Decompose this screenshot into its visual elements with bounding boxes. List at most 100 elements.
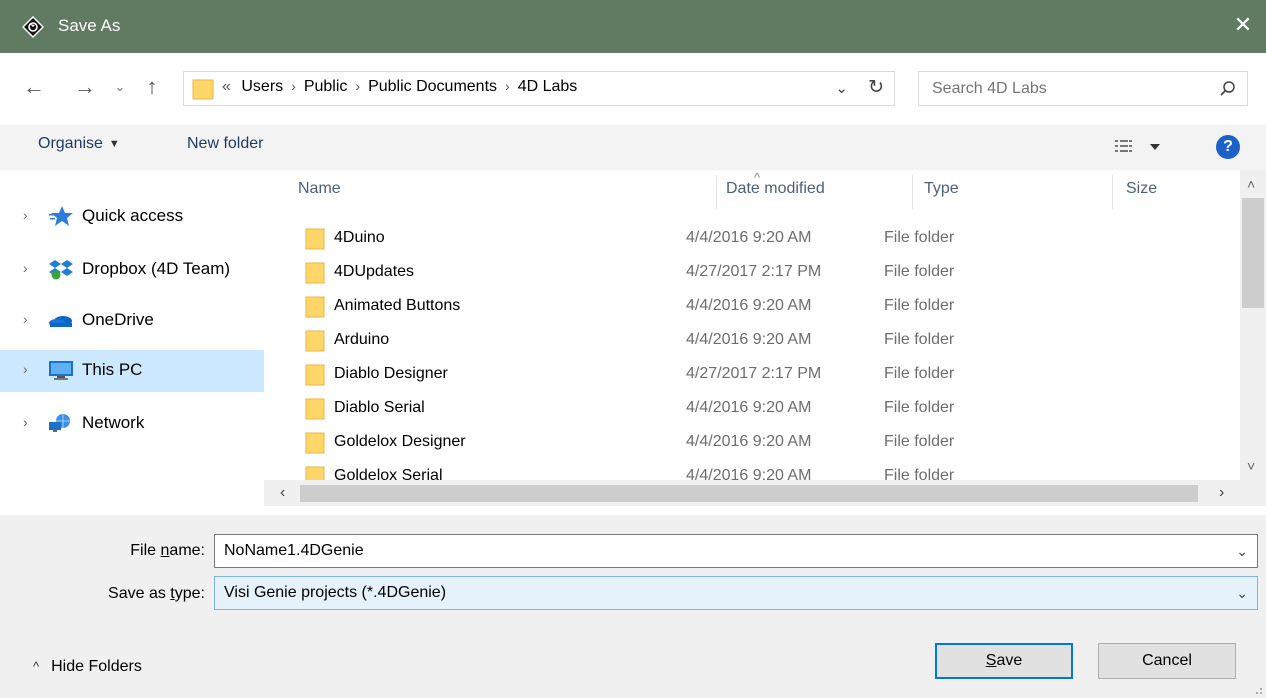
vertical-scrollbar[interactable]: ˄ ˅ bbox=[1240, 170, 1266, 480]
breadcrumb-4d-labs[interactable]: 4D Labs bbox=[518, 78, 578, 95]
hide-folders-button[interactable]: ^ Hide Folders bbox=[33, 658, 142, 676]
file-name: Goldelox Designer bbox=[334, 433, 466, 450]
up-arrow-icon[interactable]: ↑ bbox=[140, 76, 164, 100]
window-title: Save As bbox=[58, 16, 121, 35]
file-name-field[interactable]: NoName1.4DGenie ⌄ bbox=[214, 534, 1258, 568]
view-options-icon[interactable] bbox=[1115, 138, 1175, 158]
nav-label: Network bbox=[82, 413, 145, 432]
navigation-pane: › Quick access › Dropbox (4D Team) › One… bbox=[0, 170, 264, 515]
nav-item-onedrive[interactable]: › OneDrive bbox=[0, 300, 264, 342]
nav-label: OneDrive bbox=[82, 310, 154, 329]
file-list: ^ Name Date modified Type Size 4Duino 4/… bbox=[264, 170, 1266, 515]
file-date: 4/4/2016 9:20 AM bbox=[686, 331, 812, 348]
expand-chevron-icon[interactable]: › bbox=[23, 361, 28, 377]
breadcrumb-separator-icon[interactable]: › bbox=[291, 78, 296, 94]
help-icon[interactable]: ? bbox=[1216, 135, 1240, 159]
expand-chevron-icon[interactable]: › bbox=[23, 207, 28, 223]
overflow-chevron-icon[interactable]: « bbox=[222, 78, 231, 95]
save-type-label: Save as type: bbox=[108, 585, 205, 603]
save-form-panel: File name: NoName1.4DGenie ⌄ Save as typ… bbox=[0, 515, 1266, 698]
column-divider[interactable] bbox=[716, 175, 717, 209]
close-button[interactable]: ✕ bbox=[1228, 10, 1258, 40]
app-diamond-icon bbox=[22, 16, 44, 38]
address-bar[interactable]: « Users › Public › Public Documents › 4D Labs … bbox=[183, 71, 895, 106]
file-type: File folder bbox=[884, 229, 955, 246]
chevron-down-icon[interactable]: ⌄ bbox=[1236, 543, 1248, 560]
resize-grip-icon[interactable] bbox=[1251, 683, 1263, 695]
label-text: Save as bbox=[108, 585, 171, 602]
title-bar: Save As ✕ bbox=[0, 0, 1266, 53]
search-box[interactable] bbox=[918, 71, 1248, 106]
command-bar: Organise ▼ New folder ? bbox=[0, 125, 1266, 170]
nav-item-quick-access[interactable]: › Quick access bbox=[0, 196, 264, 238]
horizontal-scrollbar[interactable]: ‹ › bbox=[264, 480, 1240, 506]
nav-item-network[interactable]: › Network bbox=[0, 403, 264, 445]
forward-arrow-icon[interactable]: → bbox=[73, 76, 97, 100]
address-dropdown-icon[interactable]: ⌄ bbox=[835, 79, 848, 97]
breadcrumb-separator-icon[interactable]: › bbox=[355, 78, 360, 94]
file-row[interactable]: 4Duino 4/4/2016 9:20 AM File folder bbox=[298, 222, 1238, 256]
scroll-up-icon[interactable]: ˄ bbox=[1247, 176, 1255, 192]
file-date: 4/4/2016 9:20 AM bbox=[686, 433, 812, 450]
breadcrumb-public-documents[interactable]: Public Documents bbox=[368, 78, 497, 95]
file-row[interactable]: 4DUpdates 4/27/2017 2:17 PM File folder bbox=[298, 256, 1238, 290]
file-name: Animated Buttons bbox=[334, 297, 461, 314]
nav-label: This PC bbox=[82, 360, 143, 379]
scroll-thumb[interactable] bbox=[300, 485, 1198, 502]
folder-icon bbox=[305, 330, 325, 352]
breadcrumb: « Users › Public › Public Documents › 4D Labs bbox=[222, 78, 577, 96]
file-type: File folder bbox=[884, 399, 955, 416]
chevron-up-icon: ^ bbox=[33, 659, 40, 674]
file-type: File folder bbox=[884, 297, 955, 314]
file-name-value[interactable]: NoName1.4DGenie bbox=[224, 542, 364, 560]
new-folder-button[interactable]: New folder bbox=[187, 135, 263, 153]
label-text: File bbox=[130, 542, 161, 559]
cancel-button[interactable]: Cancel bbox=[1098, 643, 1236, 679]
file-row[interactable]: Diablo Serial 4/4/2016 9:20 AM File fold… bbox=[298, 392, 1238, 426]
breadcrumb-separator-icon[interactable]: › bbox=[505, 78, 510, 94]
save-type-select[interactable]: Visi Genie projects (*.4DGenie) ⌄ bbox=[214, 576, 1258, 610]
chevron-down-icon[interactable]: ⌄ bbox=[1236, 585, 1248, 602]
address-row: ← → ⌄ ↑ « Users › Public › Public Documents ›… bbox=[0, 53, 1266, 125]
organise-label: Organise bbox=[38, 135, 103, 152]
folder-icon bbox=[305, 364, 325, 386]
column-divider[interactable] bbox=[912, 175, 913, 209]
column-divider[interactable] bbox=[1112, 175, 1113, 209]
refresh-icon[interactable]: ↻ bbox=[868, 76, 884, 99]
column-header-date[interactable]: Date modified bbox=[726, 180, 825, 198]
back-arrow-icon[interactable]: ← bbox=[22, 76, 46, 100]
file-row[interactable]: Animated Buttons 4/4/2016 9:20 AM File f… bbox=[298, 290, 1238, 324]
dropbox-icon bbox=[49, 260, 73, 280]
scroll-left-icon[interactable]: ‹ bbox=[280, 484, 285, 502]
organise-button[interactable]: Organise ▼ bbox=[38, 135, 120, 153]
expand-chevron-icon[interactable]: › bbox=[23, 311, 28, 327]
file-row[interactable]: Diablo Designer 4/27/2017 2:17 PM File f… bbox=[298, 358, 1238, 392]
save-button[interactable]: Save bbox=[935, 643, 1073, 679]
nav-item-this-pc[interactable]: › This PC bbox=[0, 350, 264, 392]
file-row[interactable]: Goldelox Designer 4/4/2016 9:20 AM File … bbox=[298, 426, 1238, 460]
folder-icon bbox=[305, 296, 325, 318]
column-header-type[interactable]: Type bbox=[924, 180, 959, 198]
column-header-size[interactable]: Size bbox=[1126, 180, 1157, 198]
folder-icon bbox=[305, 262, 325, 284]
file-name: 4Duino bbox=[334, 229, 385, 246]
file-date: 4/4/2016 9:20 AM bbox=[686, 467, 812, 480]
breadcrumb-public[interactable]: Public bbox=[304, 78, 348, 95]
nav-item-dropbox[interactable]: › Dropbox (4D Team) bbox=[0, 249, 264, 291]
scroll-down-icon[interactable]: ˅ bbox=[1247, 458, 1255, 474]
recent-locations-chevron-icon[interactable]: ⌄ bbox=[108, 76, 132, 100]
search-icon[interactable] bbox=[1219, 80, 1237, 98]
search-input[interactable] bbox=[919, 72, 1209, 105]
scroll-thumb[interactable] bbox=[1242, 198, 1264, 308]
file-row[interactable]: Arduino 4/4/2016 9:20 AM File folder bbox=[298, 324, 1238, 358]
expand-chevron-icon[interactable]: › bbox=[23, 414, 28, 430]
file-date: 4/4/2016 9:20 AM bbox=[686, 399, 812, 416]
file-name: Diablo Serial bbox=[334, 399, 425, 416]
expand-chevron-icon[interactable]: › bbox=[23, 260, 28, 276]
breadcrumb-users[interactable]: Users bbox=[241, 78, 283, 95]
column-header-name[interactable]: Name bbox=[298, 180, 341, 198]
file-type: File folder bbox=[884, 365, 955, 382]
file-row[interactable]: Goldelox Serial 4/4/2016 9:20 AM File fo… bbox=[298, 460, 1238, 480]
scroll-right-icon[interactable]: › bbox=[1219, 484, 1224, 502]
file-date: 4/4/2016 9:20 AM bbox=[686, 297, 812, 314]
